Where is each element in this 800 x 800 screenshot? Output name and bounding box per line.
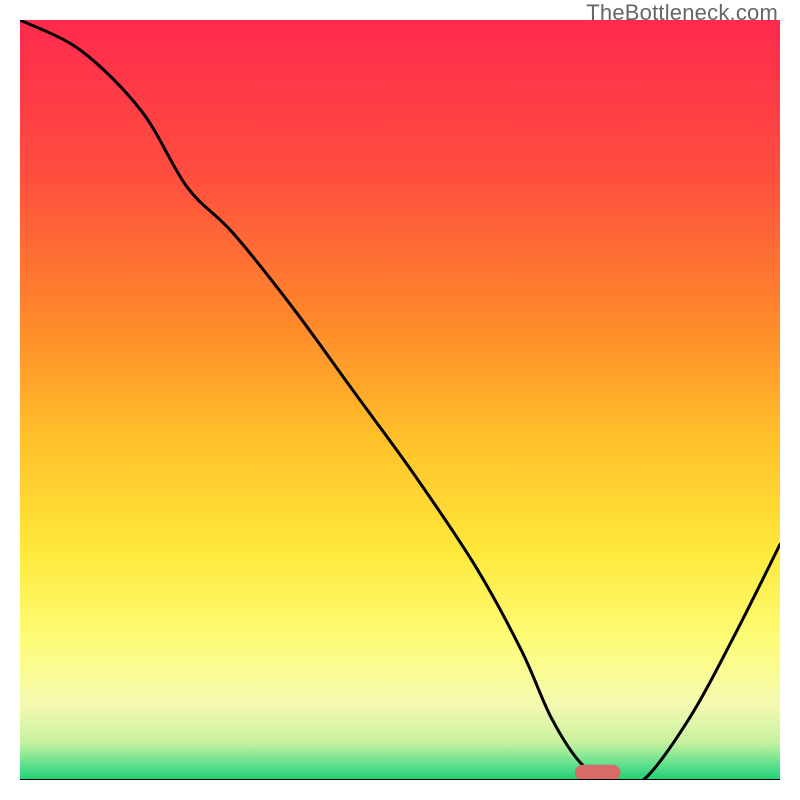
optimal-marker [575, 765, 621, 780]
chart-stage: TheBottleneck.com [0, 0, 800, 800]
bottleneck-chart [20, 20, 780, 780]
watermark-text: TheBottleneck.com [586, 0, 778, 26]
plot-area [20, 20, 780, 780]
gradient-background [20, 20, 780, 780]
